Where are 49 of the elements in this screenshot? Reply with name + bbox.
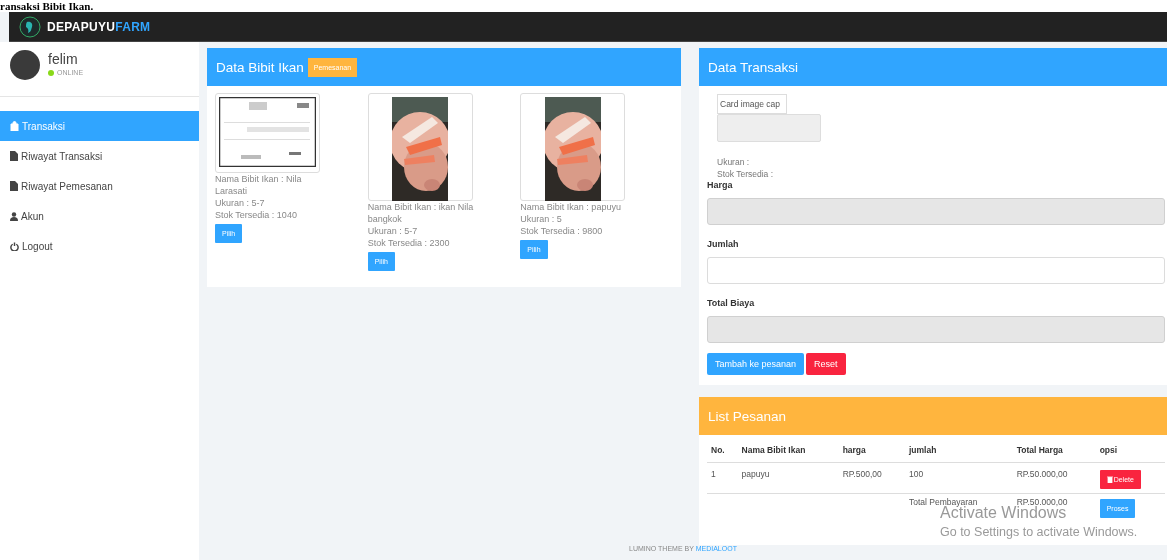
column-header: jumlah	[904, 441, 1013, 463]
menu-item[interactable]: Logout	[0, 231, 199, 261]
panel-title: Data Bibit Ikan	[216, 59, 304, 75]
activation-message: Go to Settings to activate Windows.	[940, 525, 1138, 540]
user-name: felim	[48, 51, 79, 67]
column-header: No.	[707, 441, 738, 463]
product-name: Nama Bibit Ikan : Nila Larasati	[215, 173, 303, 197]
file-icon	[10, 181, 18, 191]
field-label: Harga	[707, 180, 734, 190]
add-button[interactable]: Tambah ke pesanan	[707, 353, 805, 375]
caption-text: ransaksi Bibit Ikan.	[0, 0, 1167, 12]
table-cell: 100	[908, 469, 924, 479]
brand-name: DEPAPUYUFARM	[47, 19, 151, 34]
product-stock: Stok Tersedia : 2300	[367, 237, 451, 249]
table-cell: papuyu	[741, 469, 770, 479]
product-stock: Stok Tersedia : 1040	[215, 209, 298, 221]
input-field[interactable]	[707, 257, 1165, 284]
image-alt-text: Card image cap	[717, 94, 787, 114]
power-icon	[10, 241, 19, 251]
product-name: Nama Bibit Ikan : ikan Nila bangkok	[367, 201, 475, 225]
stock-text: Stok Tersedia :	[717, 168, 775, 180]
size-text: Ukuran :	[717, 156, 751, 168]
user-icon	[10, 211, 18, 221]
column-header: opsi	[1095, 441, 1165, 463]
file-icon	[10, 151, 18, 161]
avatar	[10, 50, 40, 80]
product-stock: Stok Tersedia : 9800	[520, 225, 604, 237]
column-header: Nama Bibit Ikan	[737, 441, 839, 463]
product-size: Ukuran : 5-7	[367, 225, 419, 237]
total-label: Total Pembayaran	[908, 497, 978, 507]
reset-button[interactable]: Reset	[806, 353, 846, 375]
panel-title: List Pesanan	[708, 408, 787, 424]
panel-title: Data Transaksi	[708, 59, 799, 75]
product-size: Ukuran : 5-7	[215, 197, 266, 209]
total-value: RP.50.000,00	[1016, 497, 1068, 507]
table-cell: 1	[711, 469, 716, 479]
table-cell: RP.500,00	[842, 469, 882, 479]
product-size: Ukuran : 5	[520, 213, 563, 225]
table-cell: RP.50.000,00	[1016, 469, 1068, 479]
field-label: Jumlah	[707, 239, 740, 249]
column-header: Total Harga	[1012, 441, 1096, 463]
column-header: harga	[838, 441, 905, 463]
menu-item[interactable]: Transaksi	[0, 111, 199, 141]
field-label: Total Biaya	[707, 298, 756, 308]
logo-icon	[19, 15, 41, 38]
menu-item[interactable]: Riwayat Pemesanan	[0, 171, 199, 201]
product-name: Nama Bibit Ikan : papuyu	[520, 201, 622, 213]
menu-item[interactable]: Akun	[0, 201, 199, 231]
menu-item[interactable]: Riwayat Transaksi	[0, 141, 199, 171]
